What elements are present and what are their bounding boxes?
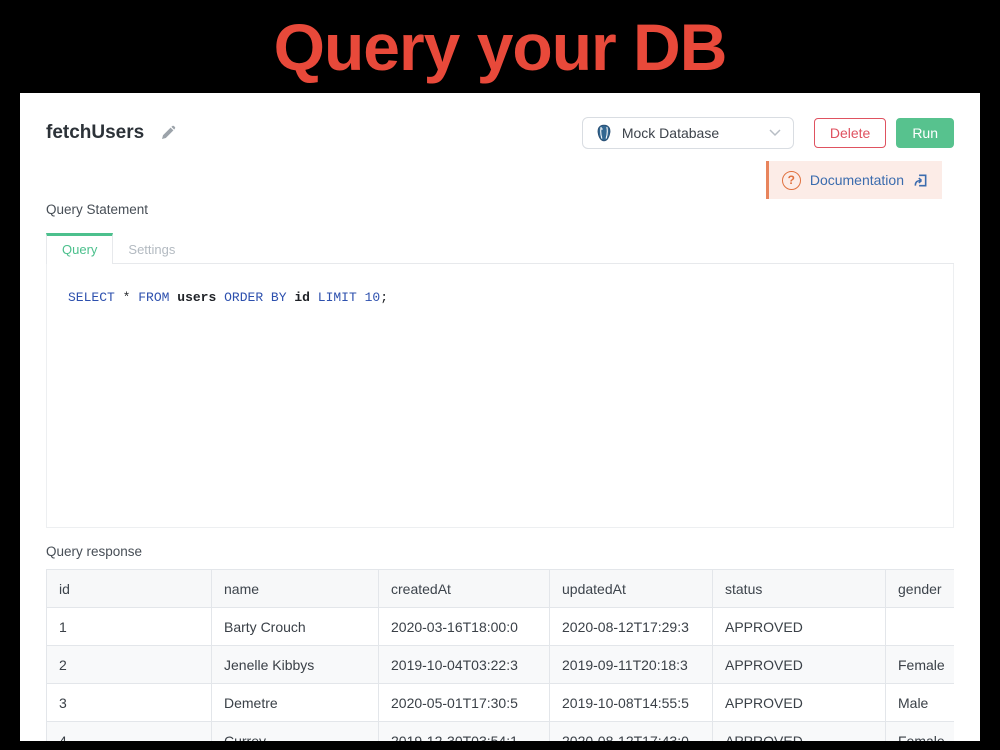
sql-code: SELECT * FROM users ORDER BY id LIMIT 10… [68, 290, 953, 305]
table-cell: 2019-10-08T14:55:5 [550, 684, 713, 722]
table-header-row: idnamecreatedAtupdatedAtstatusgenderavat… [47, 570, 955, 608]
query-title-group: fetchUsers [46, 122, 176, 144]
open-docs-icon [913, 173, 928, 188]
query-name: fetchUsers [46, 122, 144, 144]
table-cell: 2019-12-30T03:54:1 [379, 722, 550, 742]
column-header: status [713, 570, 886, 608]
run-button[interactable]: Run [896, 118, 954, 148]
column-header: gender [886, 570, 955, 608]
tab-bar: Query Settings [46, 232, 954, 264]
table-cell: 2019-09-11T20:18:3 [550, 646, 713, 684]
query-panel: fetchUsers Mock Database [20, 93, 980, 741]
tab-query-label: Query [62, 242, 97, 257]
table-cell: 2020-05-01T17:30:5 [379, 684, 550, 722]
page: { "page_title": "Query your DB", "colors… [0, 0, 1000, 750]
chevron-down-icon [769, 129, 781, 137]
page-title: Query your DB [274, 9, 727, 85]
column-header: id [47, 570, 212, 608]
table-cell: 2020-08-12T17:43:0 [550, 722, 713, 742]
table-row: 2Jenelle Kibbys2019-10-04T03:22:32019-09… [47, 646, 955, 684]
results-table: idnamecreatedAtupdatedAtstatusgenderavat… [46, 569, 954, 741]
column-header: updatedAt [550, 570, 713, 608]
edit-pencil-icon[interactable] [160, 125, 176, 141]
table-cell: Demetre [212, 684, 379, 722]
database-select-value: Mock Database [622, 125, 760, 141]
table-cell: Currey [212, 722, 379, 742]
table-row: 1Barty Crouch2020-03-16T18:00:02020-08-1… [47, 608, 955, 646]
table-cell: 3 [47, 684, 212, 722]
database-select[interactable]: Mock Database [582, 117, 794, 149]
table-cell: APPROVED [713, 684, 886, 722]
table-cell: Barty Crouch [212, 608, 379, 646]
table-cell: Male [886, 684, 955, 722]
tab-settings-label: Settings [128, 242, 175, 257]
tab-settings[interactable]: Settings [113, 236, 190, 263]
tab-query[interactable]: Query [46, 233, 113, 264]
column-header: name [212, 570, 379, 608]
table-cell [886, 608, 955, 646]
panel-header: fetchUsers Mock Database [20, 93, 980, 151]
column-header: createdAt [379, 570, 550, 608]
query-response-label: Query response [46, 544, 954, 559]
postgres-icon [595, 124, 613, 142]
documentation-link[interactable]: Documentation [810, 172, 904, 188]
table-cell: APPROVED [713, 646, 886, 684]
documentation-banner[interactable]: ? Documentation [766, 161, 942, 199]
query-statement-label: Query Statement [46, 202, 954, 217]
table-cell: Jenelle Kibbys [212, 646, 379, 684]
table-body: 1Barty Crouch2020-03-16T18:00:02020-08-1… [47, 608, 955, 742]
table-cell: 4 [47, 722, 212, 742]
table-cell: APPROVED [713, 722, 886, 742]
results-table-container[interactable]: idnamecreatedAtupdatedAtstatusgenderavat… [46, 569, 954, 741]
table-cell: 2020-08-12T17:29:3 [550, 608, 713, 646]
table-row: 3Demetre2020-05-01T17:30:52019-10-08T14:… [47, 684, 955, 722]
table-cell: 2 [47, 646, 212, 684]
table-cell: 2019-10-04T03:22:3 [379, 646, 550, 684]
title-bar: Query your DB [0, 0, 1000, 93]
table-cell: Female [886, 646, 955, 684]
table-row: 4Currey2019-12-30T03:54:12020-08-12T17:4… [47, 722, 955, 742]
sql-editor[interactable]: SELECT * FROM users ORDER BY id LIMIT 10… [46, 264, 954, 528]
table-cell: 1 [47, 608, 212, 646]
table-cell: Female [886, 722, 955, 742]
table-cell: APPROVED [713, 608, 886, 646]
delete-button[interactable]: Delete [814, 118, 886, 148]
toolbar: Mock Database Delete Run [582, 117, 954, 149]
table-cell: 2020-03-16T18:00:0 [379, 608, 550, 646]
help-question-icon: ? [782, 171, 801, 190]
